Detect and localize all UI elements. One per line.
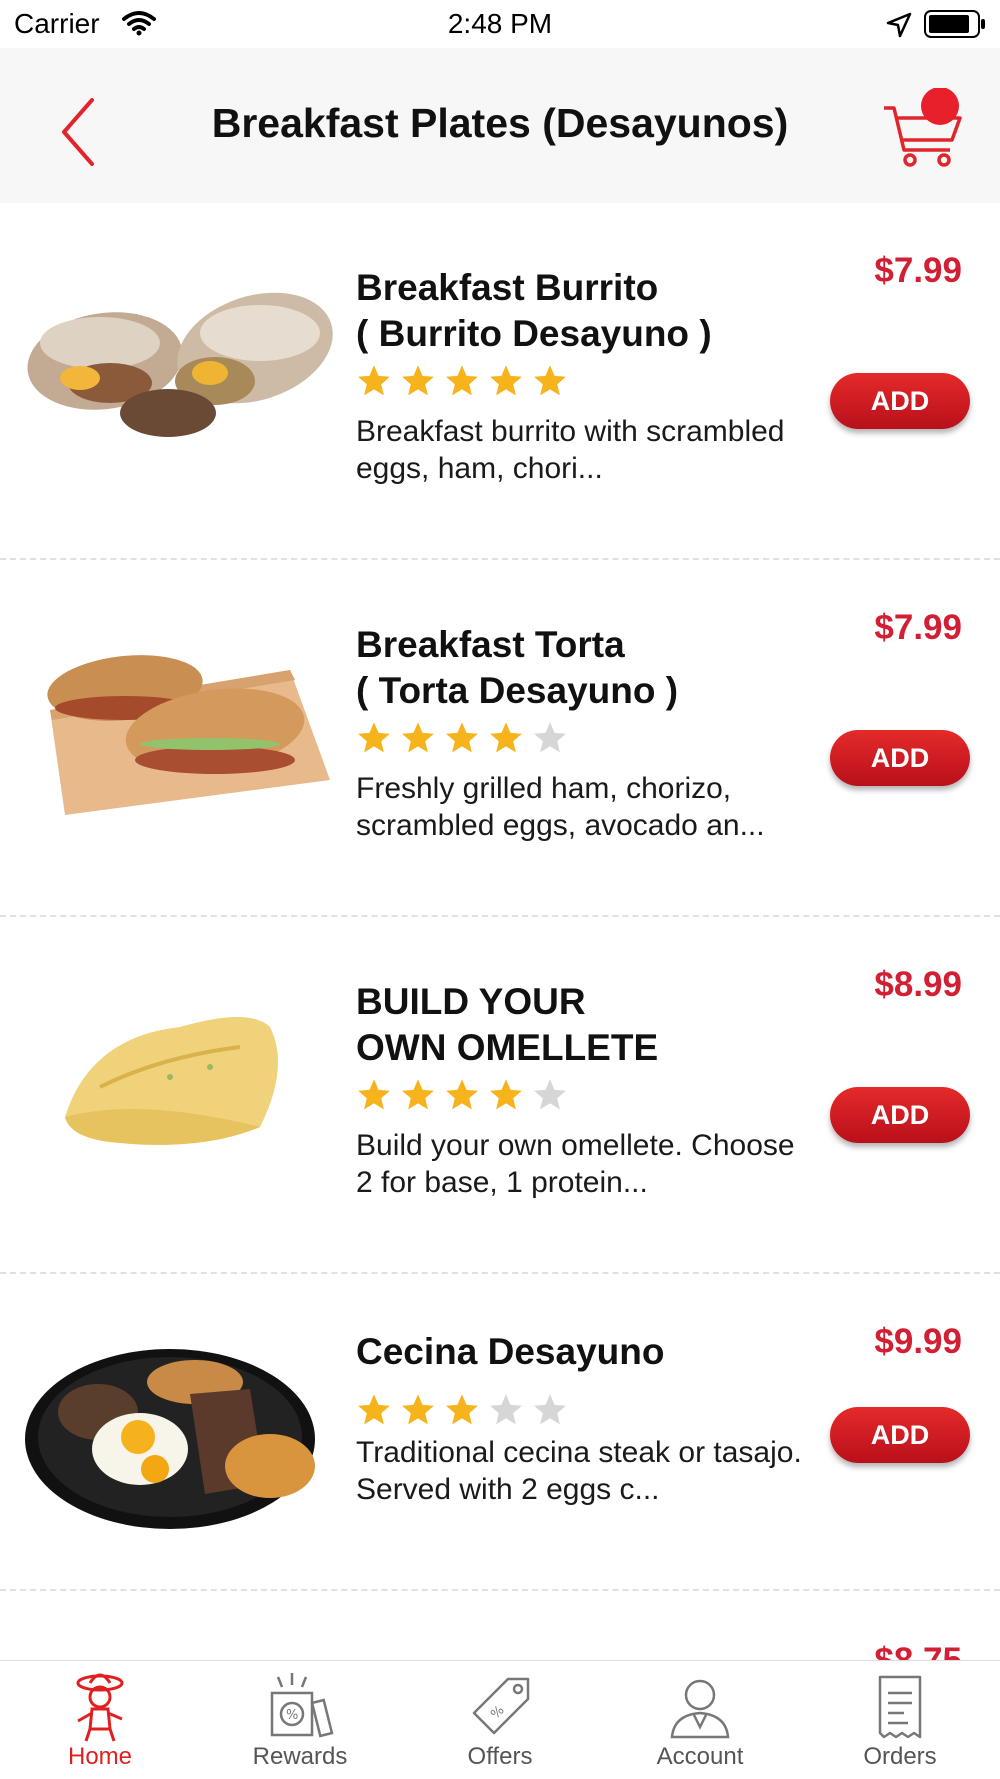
tab-account[interactable]: Account	[600, 1661, 800, 1779]
star-empty-icon	[534, 1394, 566, 1425]
tab-label: Orders	[863, 1743, 937, 1770]
item-name: Breakfast Torta ( Torta Desayuno )	[356, 624, 679, 711]
star-filled-icon	[490, 1079, 522, 1110]
star-rating	[356, 363, 568, 399]
svg-text:%: %	[286, 1708, 298, 1723]
item-price: $8.99	[874, 965, 962, 1004]
star-rating	[356, 720, 568, 756]
add-button[interactable]: ADD	[830, 373, 970, 429]
cecina-plate-image	[25, 1349, 315, 1529]
item-name: BUILD YOUR OWN OMELLETE	[356, 981, 659, 1068]
add-button[interactable]: ADD	[830, 1087, 970, 1143]
star-filled-icon	[402, 1079, 434, 1110]
star-filled-icon	[358, 1079, 390, 1110]
star-filled-icon	[402, 1394, 434, 1425]
star-rating	[356, 1077, 568, 1113]
tab-rewards[interactable]: % Rewards	[200, 1661, 400, 1779]
star-empty-icon	[534, 722, 566, 753]
tab-label: Account	[656, 1743, 744, 1770]
star-filled-icon	[402, 722, 434, 753]
shopping-cart-icon	[884, 87, 962, 167]
tab-orders[interactable]: Orders	[800, 1661, 1000, 1779]
star-rating	[356, 1392, 568, 1428]
cart-button[interactable]	[880, 87, 970, 168]
cart-badge	[921, 87, 959, 125]
tab-label: Rewards	[252, 1743, 348, 1770]
item-description: Build your own omellete. Choose 2 for ba…	[356, 1129, 795, 1199]
tab-bar: Home % Rewards % Offers Account Orders	[0, 1660, 1000, 1779]
star-filled-icon	[446, 1079, 478, 1110]
menu-item[interactable]: BUILD YOUR OWN OMELLETE Build your own o…	[0, 917, 1000, 1274]
menu-item[interactable]: $8.75	[0, 1591, 1000, 1666]
tab-label: Home	[67, 1743, 133, 1770]
star-filled-icon	[446, 365, 478, 396]
star-filled-icon	[402, 365, 434, 396]
star-empty-icon	[534, 1079, 566, 1110]
item-name: Cecina Desayuno	[356, 1331, 665, 1372]
item-price: $7.99	[874, 251, 962, 290]
star-filled-icon	[446, 722, 478, 753]
breakfast-torta-image	[47, 655, 330, 815]
mascot-home-icon	[76, 1673, 124, 1742]
status-time: 2:48 PM	[447, 8, 553, 39]
menu-item[interactable]: Breakfast Burrito ( Burrito Desayuno ) B…	[0, 203, 1000, 560]
menu-list: Breakfast Burrito ( Burrito Desayuno ) B…	[0, 203, 1000, 1666]
star-filled-icon	[358, 365, 390, 396]
receipt-orders-icon	[878, 1675, 922, 1739]
tab-label: Offers	[467, 1743, 533, 1770]
star-filled-icon	[490, 722, 522, 753]
item-name: Breakfast Burrito ( Burrito Desayuno )	[356, 267, 712, 354]
offer-tag-icon: %	[472, 1677, 530, 1735]
star-filled-icon	[358, 1394, 390, 1425]
location-arrow-icon	[886, 12, 912, 43]
item-description: Traditional cecina steak or tasajo. Serv…	[356, 1436, 802, 1506]
item-price: $9.99	[874, 1322, 962, 1361]
item-description: Freshly grilled ham, chorizo, scrambled …	[356, 772, 765, 842]
svg-text:%: %	[488, 1703, 507, 1722]
tab-offers[interactable]: % Offers	[400, 1661, 600, 1779]
star-filled-icon	[446, 1394, 478, 1425]
item-description: Breakfast burrito with scrambled eggs, h…	[356, 415, 785, 485]
star-filled-icon	[490, 365, 522, 396]
breakfast-burrito-image	[27, 292, 333, 437]
nav-bar: Breakfast Plates (Desayunos)	[0, 48, 1000, 203]
star-filled-icon	[534, 365, 566, 396]
menu-item[interactable]: Cecina Desayuno Traditional cecina steak…	[0, 1274, 1000, 1591]
status-bar: Carrier 2:48 PM	[0, 0, 1000, 48]
omelette-image	[65, 1017, 278, 1145]
star-empty-icon	[490, 1394, 522, 1425]
rewards-icon: %	[270, 1673, 334, 1738]
battery-icon	[924, 10, 986, 43]
tab-home[interactable]: Home	[0, 1661, 200, 1779]
add-button[interactable]: ADD	[830, 730, 970, 786]
star-filled-icon	[358, 722, 390, 753]
item-price: $7.99	[874, 608, 962, 647]
menu-item[interactable]: Breakfast Torta ( Torta Desayuno ) Fresh…	[0, 560, 1000, 917]
page-title: Breakfast Plates (Desayunos)	[211, 100, 789, 146]
add-button[interactable]: ADD	[830, 1407, 970, 1463]
user-account-icon	[670, 1679, 730, 1739]
